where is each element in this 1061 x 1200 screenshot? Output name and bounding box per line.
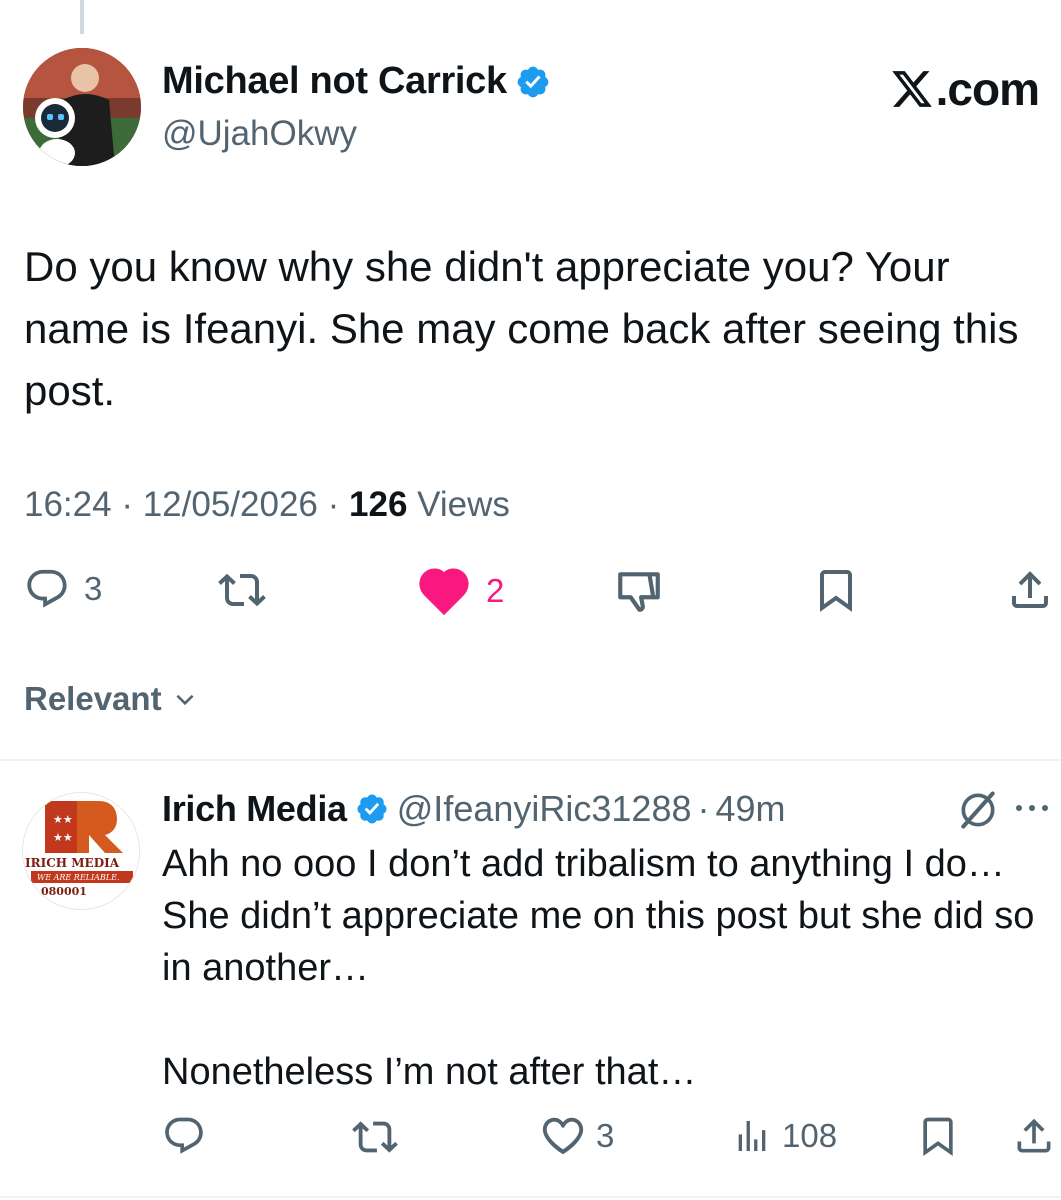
reply-like-button[interactable]: 3: [540, 1114, 614, 1158]
views-icon: [738, 1121, 766, 1151]
meta-separator: ·: [327, 485, 340, 524]
retweet-icon: [218, 573, 266, 607]
views-label: Views: [417, 485, 510, 524]
section-divider: [0, 759, 1061, 761]
chevron-down-icon: [176, 694, 194, 706]
more-icon[interactable]: [1014, 800, 1050, 816]
sort-label: Relevant: [24, 680, 162, 717]
meta-separator: ·: [121, 485, 133, 524]
avatar-logo-text: IRICH MEDIA: [25, 856, 120, 870]
reply-reply-button[interactable]: [162, 1114, 206, 1158]
irich-media-logo: ★★ ★★ IRICH MEDIA WE ARE RELIABLE. 08000…: [23, 793, 139, 909]
bookmark-icon: [923, 1117, 953, 1157]
reply-bookmark-button[interactable]: [916, 1114, 960, 1158]
like-button[interactable]: 2: [416, 566, 504, 616]
reply-views-count: 108: [782, 1117, 838, 1154]
post-meta: 16:24 · 12/05/2026 · 126 Views: [24, 485, 510, 525]
x-logo-icon: [891, 71, 932, 107]
retweet-button[interactable]: [218, 566, 266, 614]
heart-filled-icon: [419, 568, 469, 616]
retweet-icon: [352, 1121, 398, 1153]
views-count: 126: [349, 485, 408, 524]
bookmark-button[interactable]: [812, 566, 860, 614]
share-icon: [1012, 571, 1048, 608]
downvote-icon: [618, 572, 660, 612]
reply-icon: [27, 569, 67, 608]
verified-badge-icon: [357, 794, 387, 824]
downvote-button[interactable]: [614, 566, 664, 616]
reply-text: Ahh no ooo I don’t add tribalism to anyt…: [162, 843, 1035, 1093]
reply-button[interactable]: 3: [24, 566, 102, 612]
reply-icon: [165, 1117, 203, 1154]
post-date[interactable]: 12/05/2026: [143, 485, 318, 524]
heart-icon: [542, 1117, 584, 1155]
share-icon: [1017, 1118, 1051, 1153]
reply-count: 3: [84, 570, 103, 607]
reply-sort-dropdown[interactable]: Relevant: [24, 680, 198, 718]
reply-time[interactable]: 49m: [715, 788, 785, 830]
reply-header: Irich Media @IfeanyiRic31288 · 49m: [162, 788, 786, 830]
grok-icon[interactable]: [956, 788, 1000, 832]
verified-badge-icon: [517, 66, 549, 97]
author-display-name[interactable]: Michael not Carrick: [162, 60, 507, 103]
avatar-tagline: WE ARE RELIABLE.: [37, 873, 119, 882]
reply-share-button[interactable]: [1012, 1114, 1056, 1158]
reply-retweet-button[interactable]: [352, 1114, 398, 1160]
reply-author-handle[interactable]: @IfeanyiRic31288: [397, 788, 692, 830]
post-time[interactable]: 16:24: [24, 485, 112, 524]
bookmark-icon: [820, 570, 852, 612]
reply-like-count: 3: [596, 1117, 615, 1154]
post-text: Do you know why she didn't appreciate yo…: [24, 243, 1019, 414]
share-button[interactable]: [1006, 566, 1054, 614]
reply-meta-separator: ·: [697, 788, 710, 829]
reply-author-name[interactable]: Irich Media: [162, 788, 347, 830]
bottom-divider: [0, 1196, 1061, 1198]
thread-connector-line: [80, 0, 84, 34]
author-avatar[interactable]: [23, 48, 141, 166]
svg-text:★★: ★★: [53, 831, 73, 844]
post-action-bar: 3 2: [0, 566, 1061, 616]
reply-views-button[interactable]: 108: [732, 1114, 837, 1158]
reply-author-avatar[interactable]: ★★ ★★ IRICH MEDIA WE ARE RELIABLE. 08000…: [22, 792, 140, 910]
source-label-text: .com: [935, 63, 1040, 115]
avatar-photo: [23, 48, 141, 166]
like-count: 2: [486, 572, 505, 609]
author-name[interactable]: Michael not Carrick: [162, 60, 551, 103]
source-label: .com: [890, 62, 1040, 116]
reply-action-bar: 3 108: [0, 1114, 1061, 1162]
svg-text:★★: ★★: [53, 813, 73, 826]
author-handle[interactable]: @UjahOkwy: [162, 114, 357, 154]
avatar-number: 080001: [41, 885, 87, 898]
